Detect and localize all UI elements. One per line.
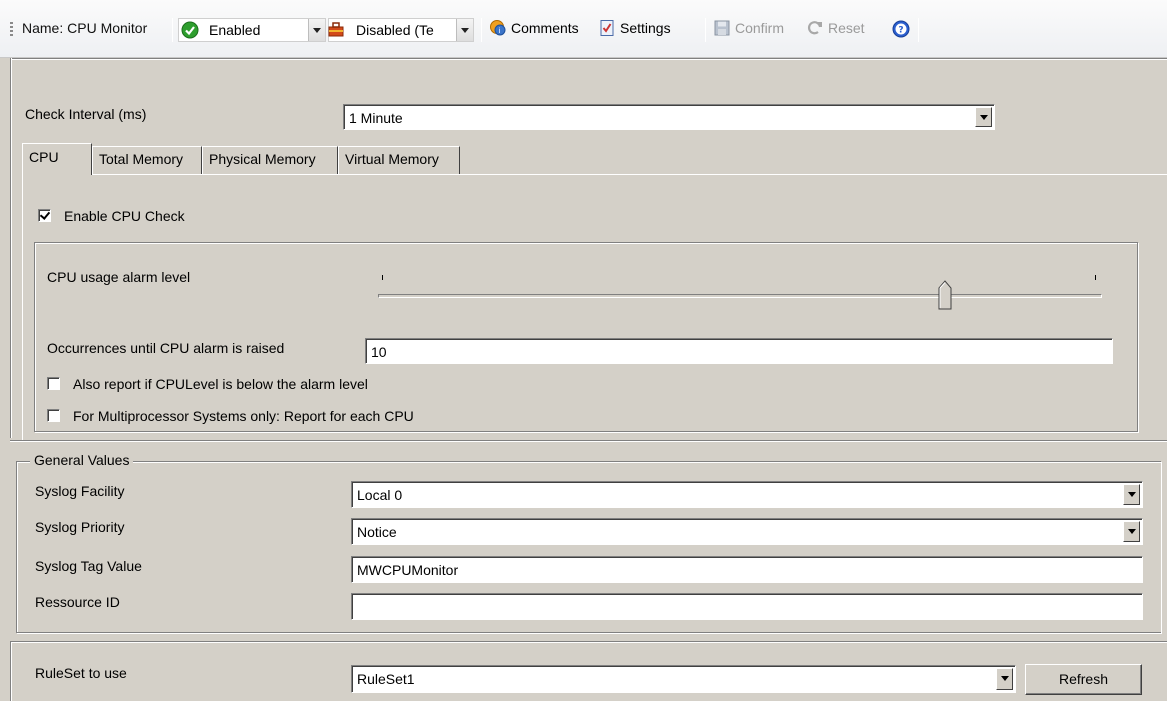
syslog-priority-label: Syslog Priority <box>35 519 125 535</box>
comments-label: Comments <box>511 20 579 36</box>
enabled-state-value: Enabled <box>209 22 261 38</box>
cpu-alarm-slider[interactable] <box>376 268 1104 312</box>
help-icon[interactable]: ? <box>892 20 910 38</box>
checklist-icon <box>600 20 614 36</box>
chevron-down-icon[interactable] <box>996 668 1013 690</box>
tab-physical-memory[interactable]: Physical Memory <box>202 146 338 174</box>
enable-cpu-check-checkbox[interactable] <box>38 209 51 222</box>
report-each-cpu-checkbox[interactable] <box>47 409 60 422</box>
confirm-label: Confirm <box>735 20 785 36</box>
toolbar: Name: CPU Monitor Enabled Disabled (Te i… <box>0 0 1167 58</box>
occurrences-label: Occurrences until CPU alarm is raised <box>47 340 285 356</box>
toolbar-separator <box>918 18 919 42</box>
cpu-alarm-level-label: CPU usage alarm level <box>47 269 191 285</box>
reset-label: Reset <box>828 20 865 36</box>
svg-text:i: i <box>499 27 501 35</box>
occurrences-value: 10 <box>371 344 387 360</box>
occurrences-input[interactable]: 10 <box>365 338 1113 364</box>
ruleset-select[interactable]: RuleSet1 <box>351 665 1016 693</box>
chevron-down-icon[interactable] <box>456 19 473 41</box>
chevron-down-icon[interactable] <box>1123 484 1140 505</box>
check-interval-label: Check Interval (ms) <box>25 106 147 122</box>
slider-thumb[interactable] <box>938 280 952 310</box>
tab-virtual-memory[interactable]: Virtual Memory <box>338 146 460 174</box>
monitor-name-label: Name: CPU Monitor <box>22 20 148 36</box>
settings-button[interactable]: Settings <box>596 16 694 42</box>
toolbar-separator <box>705 18 706 42</box>
general-values-title: General Values <box>30 452 134 468</box>
slider-tick-max <box>1095 275 1096 280</box>
panel-top-edge <box>10 58 1167 60</box>
tab-cpu[interactable]: CPU <box>22 143 92 175</box>
toolbar-grip[interactable] <box>10 22 13 38</box>
tab-label: Total Memory <box>99 151 184 167</box>
syslog-facility-value: Local 0 <box>357 487 403 503</box>
toolbar-separator <box>172 18 173 42</box>
comments-button[interactable]: i Comments <box>487 16 593 42</box>
syslog-priority-value: Notice <box>357 524 397 540</box>
ruleset-value: RuleSet1 <box>357 671 415 687</box>
refresh-button[interactable]: Refresh <box>1025 664 1142 695</box>
syslog-facility-select[interactable]: Local 0 <box>351 481 1143 508</box>
test-mode-select[interactable]: Disabled (Te <box>328 18 474 42</box>
syslog-tag-value: MWCPUMonitor <box>357 562 459 578</box>
resource-id-input[interactable] <box>351 593 1143 620</box>
test-mode-value: Disabled (Te <box>356 22 434 38</box>
reset-button[interactable]: Reset <box>804 16 880 42</box>
tab-label: Virtual Memory <box>345 151 439 167</box>
svg-text:?: ? <box>898 26 903 36</box>
save-icon <box>714 20 730 36</box>
resource-id-label: Ressource ID <box>35 594 120 610</box>
toolbox-icon <box>328 22 344 37</box>
report-below-alarm-checkbox[interactable] <box>47 377 60 390</box>
chevron-down-icon[interactable] <box>975 107 992 127</box>
tab-label: Physical Memory <box>209 151 316 167</box>
enabled-state-select[interactable]: Enabled <box>178 18 326 42</box>
chevron-down-icon[interactable] <box>1123 521 1140 542</box>
check-interval-select[interactable]: 1 Minute <box>343 104 995 130</box>
check-circle-icon <box>181 21 199 39</box>
ruleset-label: RuleSet to use <box>35 665 127 681</box>
panel-left-edge <box>10 58 12 438</box>
refresh-label: Refresh <box>1058 671 1109 687</box>
tab-label: CPU <box>29 149 59 165</box>
slider-track <box>378 294 1102 298</box>
syslog-priority-select[interactable]: Notice <box>351 518 1143 545</box>
settings-label: Settings <box>620 20 671 36</box>
syslog-tag-label: Syslog Tag Value <box>35 558 142 574</box>
check-interval-value: 1 Minute <box>349 110 403 126</box>
chevron-down-icon[interactable] <box>308 19 325 41</box>
report-below-alarm-label: Also report if CPULevel is below the ala… <box>73 376 368 392</box>
syslog-facility-label: Syslog Facility <box>35 483 125 499</box>
syslog-tag-input[interactable]: MWCPUMonitor <box>351 556 1143 583</box>
panel-divider <box>10 440 1167 442</box>
report-each-cpu-label: For Multiprocessor Systems only: Report … <box>73 408 414 424</box>
slider-tick-min <box>382 275 383 280</box>
confirm-button[interactable]: Confirm <box>711 16 799 42</box>
refresh-icon <box>808 21 822 35</box>
enable-cpu-check-label: Enable CPU Check <box>64 208 185 224</box>
comments-icon: i <box>490 20 506 36</box>
tab-total-memory[interactable]: Total Memory <box>92 146 202 174</box>
toolbar-separator <box>481 18 482 42</box>
